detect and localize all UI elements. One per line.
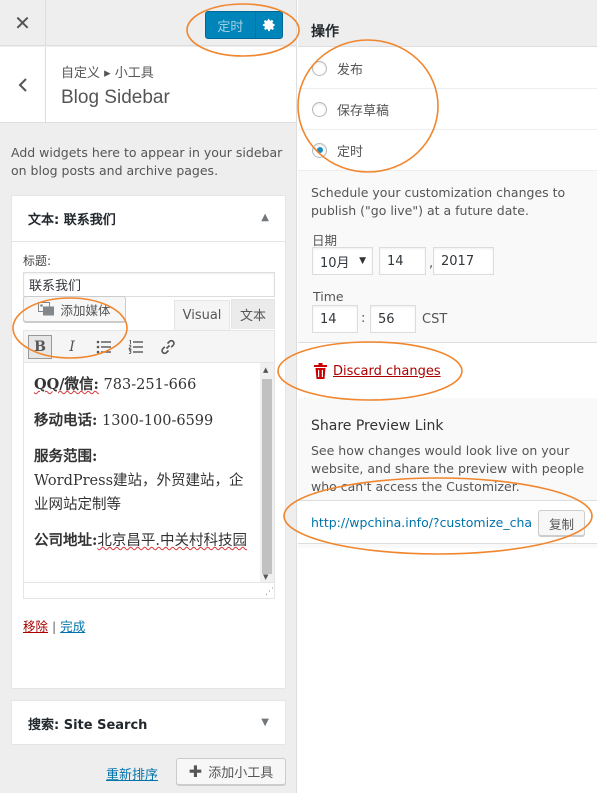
numbered-list-icon[interactable]	[124, 335, 148, 359]
done-link[interactable]: 完成	[60, 619, 85, 634]
scroll-thumb[interactable]	[262, 379, 272, 574]
qq-label: QQ/微信:	[34, 376, 99, 393]
select-arrow-icon: ▼	[359, 256, 366, 266]
italic-icon[interactable]: I	[60, 335, 84, 359]
actions-header: 操作	[298, 0, 597, 47]
search-widget: 搜索: Site Search ▼	[11, 700, 286, 745]
add-media-label: 添加媒体	[60, 302, 111, 318]
remove-link[interactable]: 移除	[23, 619, 48, 634]
scroll-up-icon[interactable]: ▲	[263, 366, 268, 374]
link-icon[interactable]	[156, 335, 180, 359]
section-header: 自定义 ▸ 小工具 Blog Sidebar	[0, 47, 296, 123]
plus-icon: ✚	[188, 762, 203, 781]
phone-label: 移动电话:	[34, 412, 98, 429]
radio-schedule[interactable]: 定时	[298, 130, 597, 171]
close-icon[interactable]: ✕	[0, 0, 46, 46]
scroll-down-icon[interactable]: ▼	[263, 573, 268, 581]
month-value: 10月	[320, 255, 350, 271]
share-preview-description: See how changes would look live on your …	[311, 443, 585, 494]
caret-up-icon[interactable]: ▲	[261, 212, 269, 223]
tab-text[interactable]: 文本	[231, 299, 275, 329]
radio-schedule-label[interactable]: 定时	[337, 141, 363, 160]
text-widget-header[interactable]: 文本: 联系我们 ▲	[12, 196, 285, 241]
share-link-box: http://wpchina.info/?customize_changeset…	[298, 500, 597, 544]
customizer-sidebar: ✕ 定时 自定义 ▸ 小工具 Blog Sidebar Add widgets …	[0, 0, 297, 793]
tab-visual[interactable]: Visual	[174, 300, 230, 330]
publish-button[interactable]: 定时	[205, 11, 283, 39]
back-button[interactable]	[0, 47, 46, 123]
publish-button-label[interactable]: 定时	[206, 16, 255, 35]
discard-changes-button[interactable]: Discard changes	[314, 363, 441, 379]
text-widget: 文本: 联系我们 ▲ 标题: 添加媒体 Visual 文本 B I	[11, 195, 286, 689]
service-label: 服务范围:	[34, 448, 98, 465]
editor-scrollbar[interactable]: ▲ ▼	[260, 363, 274, 583]
hour-input[interactable]: 14	[312, 305, 358, 333]
text-widget-title: 文本: 联系我们	[28, 213, 116, 228]
share-preview-title: Share Preview Link	[311, 418, 444, 434]
title-label: 标题:	[23, 254, 52, 268]
chevron-left-icon[interactable]	[18, 77, 28, 93]
section-title: Blog Sidebar	[61, 87, 170, 108]
contact-service: 服务范围: WordPress建站，外贸建站，企业网站定制等	[34, 445, 256, 517]
editor-statusbar: ⋰	[24, 582, 274, 598]
publish-settings-panel: 操作 发布 保存草稿 定时 Schedule your customizatio…	[298, 0, 597, 793]
share-preview-section: Share Preview Link See how changes would…	[298, 398, 597, 548]
add-widget-label: 添加小工具	[208, 766, 274, 781]
time-separator: :	[361, 311, 366, 326]
preview-url[interactable]: http://wpchina.info/?customize_changeset…	[311, 515, 533, 530]
address-label: 公司地址:	[34, 532, 98, 549]
phone-value: 1300-100-6599	[101, 413, 214, 429]
year-input[interactable]: 2017	[433, 247, 494, 275]
contact-qq: QQ/微信: 783-251-666	[34, 373, 256, 397]
customizer-header: ✕ 定时	[0, 0, 296, 46]
search-widget-title: 搜索: Site Search	[28, 718, 148, 733]
editor-toolbar: B I	[23, 330, 275, 363]
radio-save-draft-label[interactable]: 保存草稿	[337, 100, 389, 119]
minute-input[interactable]: 56	[370, 305, 416, 333]
trash-icon	[314, 363, 327, 379]
radio-publish-input[interactable]	[312, 60, 327, 76]
radio-publish-label[interactable]: 发布	[337, 59, 363, 78]
minute-value: 56	[378, 311, 395, 327]
add-media-button[interactable]: 添加媒体	[23, 296, 126, 322]
breadcrumb: 自定义 ▸ 小工具	[61, 66, 154, 81]
discard-changes-label[interactable]: Discard changes	[333, 364, 441, 379]
radio-schedule-input[interactable]	[312, 142, 327, 158]
actions-separator: |	[52, 619, 57, 634]
timezone-label: CST	[422, 312, 448, 327]
bold-icon[interactable]: B	[28, 334, 52, 359]
gear-icon[interactable]	[254, 12, 282, 38]
qq-value: 783-251-666	[103, 377, 197, 393]
day-value: 14	[387, 253, 404, 269]
widget-title-input[interactable]	[23, 272, 275, 297]
contact-phone: 移动电话: 1300-100-6599	[34, 409, 256, 433]
add-widget-button[interactable]: ✚ 添加小工具	[176, 758, 286, 785]
address-value: 北京昌平.中关村科技园	[97, 533, 247, 549]
month-select[interactable]: 10月 ▼	[312, 247, 373, 275]
time-label: Time	[313, 289, 344, 304]
bullet-list-icon[interactable]	[92, 335, 116, 359]
hour-value: 14	[320, 311, 337, 327]
section-description: Add widgets here to appear in your sideb…	[11, 145, 283, 178]
search-widget-header[interactable]: 搜索: Site Search ▼	[12, 701, 285, 746]
copy-button[interactable]: 复制	[538, 510, 585, 536]
service-value: WordPress建站，外贸建站，企业网站定制等	[34, 473, 244, 513]
radio-save-draft-input[interactable]	[312, 101, 327, 117]
media-icon	[38, 301, 55, 317]
day-input[interactable]: 14	[379, 247, 426, 275]
schedule-description: Schedule your customization changes to p…	[311, 185, 566, 218]
contact-address: 公司地址:北京昌平.中关村科技园	[34, 529, 256, 553]
widget-actions: 移除 | 完成	[23, 616, 85, 635]
editor-content[interactable]: QQ/微信: 783-251-666 移动电话: 1300-100-6599 服…	[34, 373, 256, 565]
caret-down-icon[interactable]: ▼	[261, 717, 269, 728]
resize-handle-icon[interactable]: ⋰	[265, 587, 274, 597]
radio-save-draft[interactable]: 保存草稿	[298, 89, 597, 130]
schedule-section: Schedule your customization changes to p…	[298, 171, 597, 343]
year-value: 2017	[441, 253, 475, 269]
rich-text-editor[interactable]: QQ/微信: 783-251-666 移动电话: 1300-100-6599 服…	[23, 363, 275, 599]
reorder-link[interactable]: 重新排序	[106, 764, 158, 783]
radio-publish[interactable]: 发布	[298, 48, 597, 89]
actions-heading: 操作	[311, 24, 339, 40]
text-widget-body: 标题: 添加媒体 Visual 文本 B I	[12, 241, 285, 689]
